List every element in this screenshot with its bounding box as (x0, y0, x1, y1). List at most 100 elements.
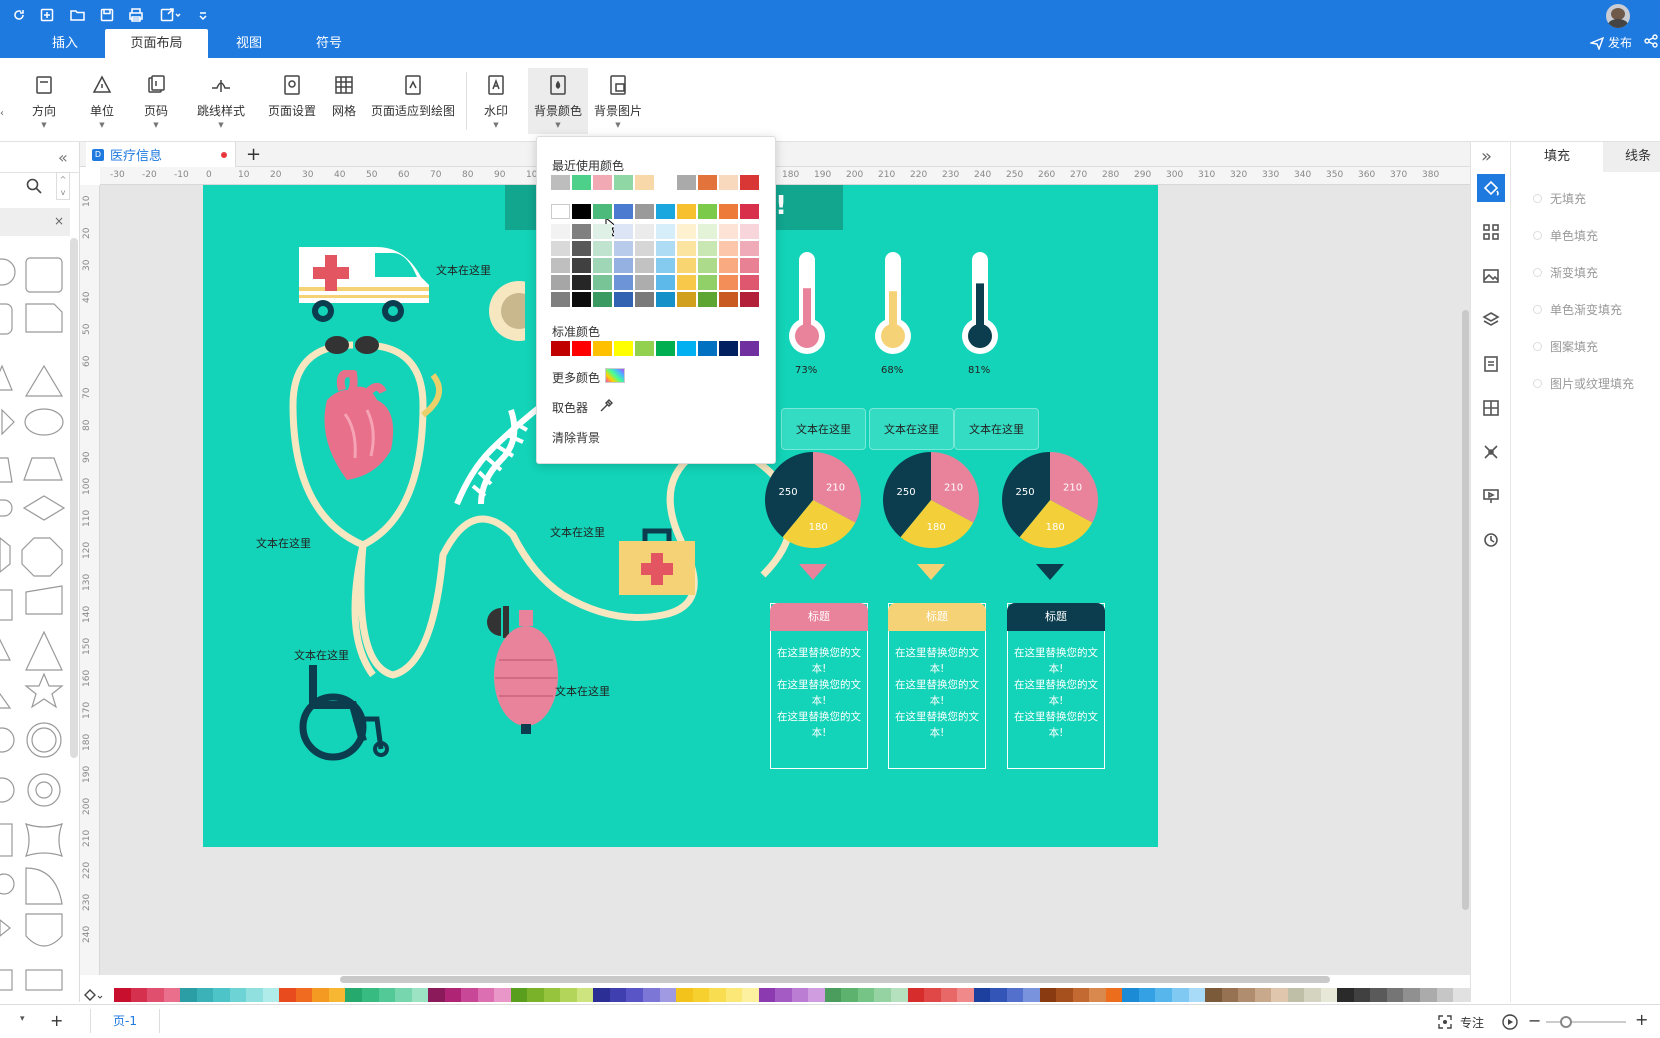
theme-color-swatch[interactable] (593, 241, 612, 256)
theme-color-swatch[interactable] (719, 275, 738, 290)
info-card[interactable]: 标题 在这里替换您的文本! 在这里替换您的文本! 在这里替换您的文本! (770, 603, 868, 769)
theme-color-swatch[interactable] (551, 292, 570, 307)
palette-swatch[interactable] (857, 988, 875, 1002)
print-icon[interactable] (128, 4, 144, 26)
tab-symbol[interactable]: 符号 (298, 29, 360, 58)
theme-color-swatch[interactable] (740, 275, 759, 290)
tab-view[interactable]: 视图 (218, 29, 280, 58)
first-aid-kit-icon[interactable] (617, 527, 697, 597)
theme-color-swatch[interactable] (677, 292, 696, 307)
jump-line-style-button[interactable]: 跳线样式 ▼ (196, 68, 246, 134)
theme-color-swatch[interactable] (677, 204, 696, 219)
layers-icon[interactable] (1477, 306, 1505, 334)
palette-swatch[interactable] (328, 988, 346, 1002)
text-box-3[interactable]: 文本在这里 (954, 408, 1039, 450)
recent-color-swatch[interactable] (656, 175, 675, 190)
standard-color-swatch[interactable] (677, 341, 696, 356)
text-label-heart[interactable]: 文本在这里 (256, 535, 311, 551)
clear-background-item[interactable]: 清除背景 (552, 429, 600, 446)
recent-color-swatch[interactable] (677, 175, 696, 190)
theme-color-swatch[interactable] (719, 241, 738, 256)
theme-color-swatch[interactable] (614, 224, 633, 239)
pie-chart[interactable]: 210 180 250 (881, 452, 981, 592)
theme-color-swatch[interactable] (635, 275, 654, 290)
recent-color-swatch[interactable] (740, 175, 759, 190)
palette-swatch[interactable] (576, 988, 594, 1002)
palette-swatch[interactable] (907, 988, 925, 1002)
palette-swatch[interactable] (1287, 988, 1305, 1002)
palette-swatch[interactable] (361, 988, 379, 1002)
zoom-in-icon[interactable]: + (1635, 1010, 1648, 1029)
standard-color-swatch[interactable] (593, 341, 612, 356)
option-pattern-fill[interactable]: 图案填充 (1533, 338, 1598, 355)
theme-color-swatch[interactable] (572, 258, 591, 273)
theme-color-swatch[interactable] (593, 275, 612, 290)
theme-color-swatch[interactable] (593, 258, 612, 273)
palette-swatch[interactable] (676, 988, 693, 1002)
theme-color-swatch[interactable] (677, 224, 696, 239)
palette-swatch[interactable] (758, 988, 776, 1002)
shapes-grid-icon[interactable] (1477, 218, 1505, 246)
palette-swatch[interactable] (494, 988, 511, 1002)
text-label-ambulance[interactable]: 文本在这里 (436, 262, 491, 278)
pie-chart[interactable]: 210 180 250 (763, 452, 863, 592)
palette-swatch[interactable] (1105, 988, 1123, 1002)
standard-color-swatch[interactable] (719, 341, 738, 356)
palette-swatch[interactable] (477, 988, 495, 1002)
card-title[interactable]: 标题 (770, 603, 868, 631)
palette-swatch[interactable] (924, 988, 941, 1002)
palette-swatch[interactable] (1006, 988, 1024, 1002)
theme-color-swatch[interactable] (656, 292, 675, 307)
theme-color-swatch[interactable] (698, 241, 717, 256)
expand-panel-icon[interactable]: » (1481, 146, 1492, 167)
palette-swatch[interactable] (147, 988, 164, 1002)
background-image-button[interactable]: 背景图片 ▼ (592, 68, 644, 134)
horizontal-scrollbar[interactable] (340, 976, 1330, 983)
tab-line[interactable]: 线条 (1603, 142, 1660, 172)
wheelchair-icon[interactable] (293, 663, 403, 763)
page-tab[interactable]: 页-1 (90, 1009, 160, 1033)
palette-swatch[interactable] (345, 988, 362, 1002)
palette-swatch[interactable] (990, 988, 1007, 1002)
theme-color-swatch[interactable] (593, 224, 612, 239)
standard-color-swatch[interactable] (740, 341, 759, 356)
theme-color-swatch[interactable] (719, 204, 738, 219)
card-title[interactable]: 标题 (888, 603, 986, 631)
theme-color-swatch[interactable] (614, 275, 633, 290)
theme-color-swatch[interactable] (677, 275, 696, 290)
theme-color-swatch[interactable] (698, 224, 717, 239)
palette-swatch[interactable] (1072, 988, 1090, 1002)
palette-swatch[interactable] (1337, 988, 1354, 1002)
mindmap-icon[interactable] (1477, 438, 1505, 466)
palette-swatch[interactable] (1155, 988, 1172, 1002)
info-card[interactable]: 标题 在这里替换您的文本! 在这里替换您的文本! 在这里替换您的文本! (1007, 603, 1105, 769)
palette-swatch[interactable] (312, 988, 329, 1002)
color-picker-item[interactable]: 取色器 (552, 399, 588, 416)
thermometer-icon[interactable] (787, 250, 827, 360)
text-box-2[interactable]: 文本在这里 (869, 408, 954, 450)
data-icon[interactable] (1477, 394, 1505, 422)
recent-color-swatch[interactable] (698, 175, 717, 190)
eye-device-icon[interactable] (485, 275, 525, 345)
theme-color-swatch[interactable] (572, 224, 591, 239)
theme-color-swatch[interactable] (551, 204, 570, 219)
option-no-fill[interactable]: 无填充 (1533, 190, 1586, 207)
palette-swatch[interactable] (692, 988, 710, 1002)
tab-fill[interactable]: 填充 (1511, 142, 1603, 172)
palette-swatch[interactable] (510, 988, 528, 1002)
palette-swatch[interactable] (229, 988, 247, 1002)
palette-swatch[interactable] (543, 988, 561, 1002)
palette-swatch[interactable] (246, 988, 263, 1002)
palette-swatch[interactable] (1436, 988, 1454, 1002)
zoom-out-icon[interactable]: − (1528, 1011, 1541, 1030)
palette-swatch[interactable] (824, 988, 842, 1002)
theme-color-swatch[interactable] (572, 204, 591, 219)
theme-color-swatch[interactable] (614, 204, 633, 219)
zoom-slider-thumb[interactable] (1560, 1016, 1572, 1028)
fill-tool-icon[interactable] (1477, 174, 1505, 202)
add-tab-icon[interactable]: + (246, 144, 261, 165)
search-icon[interactable] (26, 178, 42, 194)
palette-swatch[interactable] (1370, 988, 1387, 1002)
palette-swatch[interactable] (1122, 988, 1139, 1002)
palette-swatch[interactable] (295, 988, 313, 1002)
